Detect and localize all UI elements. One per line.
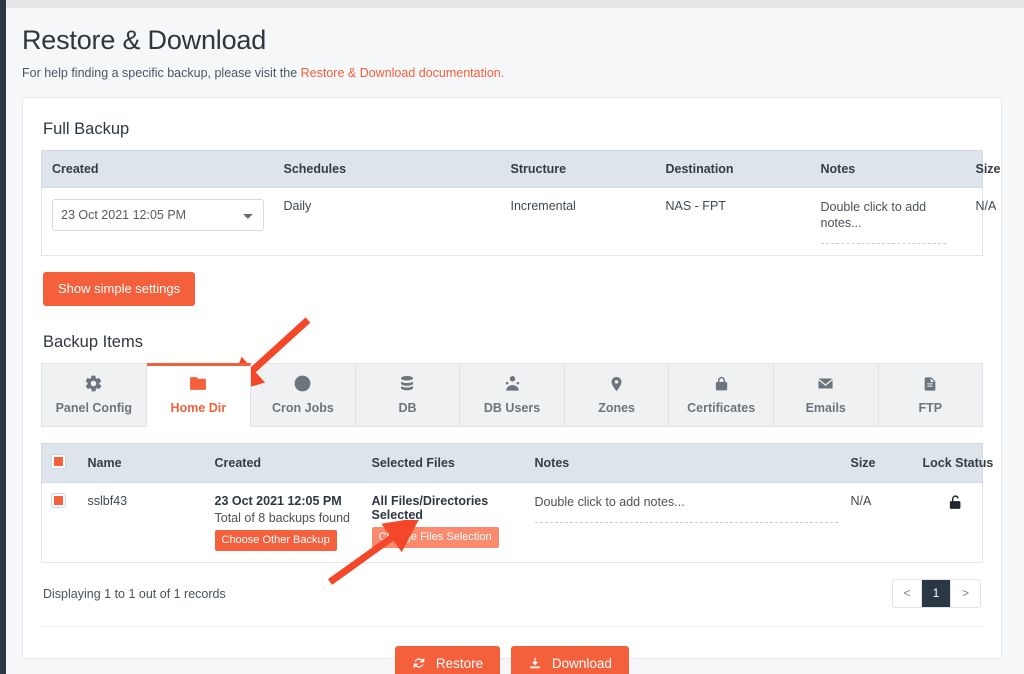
database-icon <box>358 374 458 394</box>
cell-row-select <box>42 483 78 563</box>
cell-size: N/A <box>966 188 983 256</box>
tab-label: DB Users <box>484 401 540 415</box>
tab-label: Certificates <box>687 401 755 415</box>
map-pin-icon <box>567 374 667 394</box>
tab-ftp[interactable]: FTP <box>879 363 984 427</box>
tab-label: Emails <box>806 401 846 415</box>
backup-items-title: Backup Items <box>43 333 983 352</box>
tab-db-users[interactable]: DB Users <box>460 363 565 427</box>
cell-structure: Incremental <box>501 188 656 256</box>
pagination-next[interactable]: > <box>951 580 980 607</box>
cell-destination: NAS - FPT <box>656 188 811 256</box>
cell-lock-status <box>913 483 983 563</box>
cell-item-name: sslbf43 <box>78 483 205 563</box>
show-simple-settings-button[interactable]: Show simple settings <box>43 272 195 306</box>
lock-icon <box>671 374 771 394</box>
download-button[interactable]: Download <box>511 646 629 674</box>
backup-items-table: Name Created Selected Files Notes Size L… <box>41 443 983 563</box>
cell-item-notes: Double click to add notes... <box>525 483 841 563</box>
item-created-sub: Total of 8 backups found <box>215 511 352 525</box>
col-name: Name <box>78 444 205 483</box>
bottom-actions: Restore Download <box>41 646 983 674</box>
download-icon <box>528 656 552 671</box>
restore-label: Restore <box>436 656 483 671</box>
envelope-icon <box>776 374 876 394</box>
tab-cron-jobs[interactable]: Cron Jobs <box>251 363 356 427</box>
page-title: Restore & Download <box>22 22 1002 58</box>
tab-home-dir[interactable]: Home Dir <box>147 363 252 427</box>
refresh-icon <box>412 656 436 671</box>
folder-icon <box>149 374 249 394</box>
cell-created: 23 Oct 2021 12:05 PM <box>42 188 274 256</box>
footer-divider <box>41 626 983 627</box>
notes-editable[interactable]: Double click to add notes... <box>821 199 946 244</box>
col-select-all <box>42 444 78 483</box>
records-count: Displaying 1 to 1 out of 1 records <box>43 587 226 601</box>
file-icon <box>881 374 981 394</box>
subtitle-text: For help finding a specific backup, plea… <box>22 66 301 80</box>
tab-label: Cron Jobs <box>272 401 334 415</box>
items-header-row: Name Created Selected Files Notes Size L… <box>42 444 983 483</box>
pagination-prev[interactable]: < <box>893 580 922 607</box>
page-content: Restore & Download For help finding a sp… <box>6 8 1024 674</box>
page-root: Restore & Download For help finding a sp… <box>0 0 1024 674</box>
top-strip <box>0 0 1024 8</box>
col-notes: Notes <box>811 151 966 188</box>
change-files-selection-button[interactable]: Change Files Selection <box>372 527 499 548</box>
backup-items-tabs: Panel Config Home Dir Cron Jobs DB DB Users Z… <box>41 363 983 427</box>
pagination-page-1[interactable]: 1 <box>922 580 951 607</box>
col-schedules: Schedules <box>274 151 501 188</box>
cell-item-created: 23 Oct 2021 12:05 PM Total of 8 backups … <box>205 483 362 563</box>
download-label: Download <box>552 656 612 671</box>
selected-files-line1: All Files/Directories <box>372 494 515 508</box>
col-item-notes: Notes <box>525 444 841 483</box>
col-selected-files: Selected Files <box>362 444 525 483</box>
table-row: sslbf43 23 Oct 2021 12:05 PM Total of 8 … <box>42 483 983 563</box>
choose-other-backup-button[interactable]: Choose Other Backup <box>215 530 337 551</box>
col-created: Created <box>42 151 274 188</box>
col-destination: Destination <box>656 151 811 188</box>
select-all-checkbox[interactable] <box>52 455 65 468</box>
col-item-size: Size <box>841 444 913 483</box>
col-item-created: Created <box>205 444 362 483</box>
backup-date-select[interactable]: 23 Oct 2021 12:05 PM <box>52 199 264 231</box>
tab-label: DB <box>398 401 416 415</box>
tab-db[interactable]: DB <box>356 363 461 427</box>
clock-icon <box>253 374 353 394</box>
tab-zones[interactable]: Zones <box>565 363 670 427</box>
cell-item-size: N/A <box>841 483 913 563</box>
col-size: Size <box>966 151 983 188</box>
main-card: Full Backup Created Schedules Structure … <box>22 97 1002 659</box>
cell-schedules: Daily <box>274 188 501 256</box>
tab-label: Home Dir <box>171 401 227 415</box>
selected-files-line2: Selected <box>372 508 515 522</box>
unlock-icon[interactable] <box>947 500 964 514</box>
tab-certificates[interactable]: Certificates <box>669 363 774 427</box>
full-backup-header-row: Created Schedules Structure Destination … <box>42 151 983 188</box>
cell-selected-files: All Files/Directories Selected Change Fi… <box>362 483 525 563</box>
col-lock-status: Lock Status <box>913 444 983 483</box>
gear-icon <box>44 374 144 394</box>
full-backup-row: 23 Oct 2021 12:05 PM Daily Incremental N… <box>42 188 983 256</box>
item-notes-editable[interactable]: Double click to add notes... <box>535 494 838 523</box>
tab-panel-config[interactable]: Panel Config <box>41 363 147 427</box>
page-subtitle: For help finding a specific backup, plea… <box>22 66 1002 80</box>
cell-notes: Double click to add notes... <box>811 188 966 256</box>
row-checkbox[interactable] <box>52 494 65 507</box>
full-backup-title: Full Backup <box>43 120 983 139</box>
tab-emails[interactable]: Emails <box>774 363 879 427</box>
full-backup-table: Created Schedules Structure Destination … <box>41 150 983 256</box>
documentation-link[interactable]: Restore & Download documentation. <box>301 66 505 80</box>
tab-label: Panel Config <box>56 401 132 415</box>
tab-label: FTP <box>918 401 942 415</box>
item-created-date: 23 Oct 2021 12:05 PM <box>215 494 352 508</box>
restore-button[interactable]: Restore <box>395 646 500 674</box>
pagination: < 1 > <box>892 579 981 608</box>
items-table-footer: Displaying 1 to 1 out of 1 records < 1 > <box>41 579 983 608</box>
user-icon <box>462 374 562 394</box>
col-structure: Structure <box>501 151 656 188</box>
tab-label: Zones <box>598 401 635 415</box>
